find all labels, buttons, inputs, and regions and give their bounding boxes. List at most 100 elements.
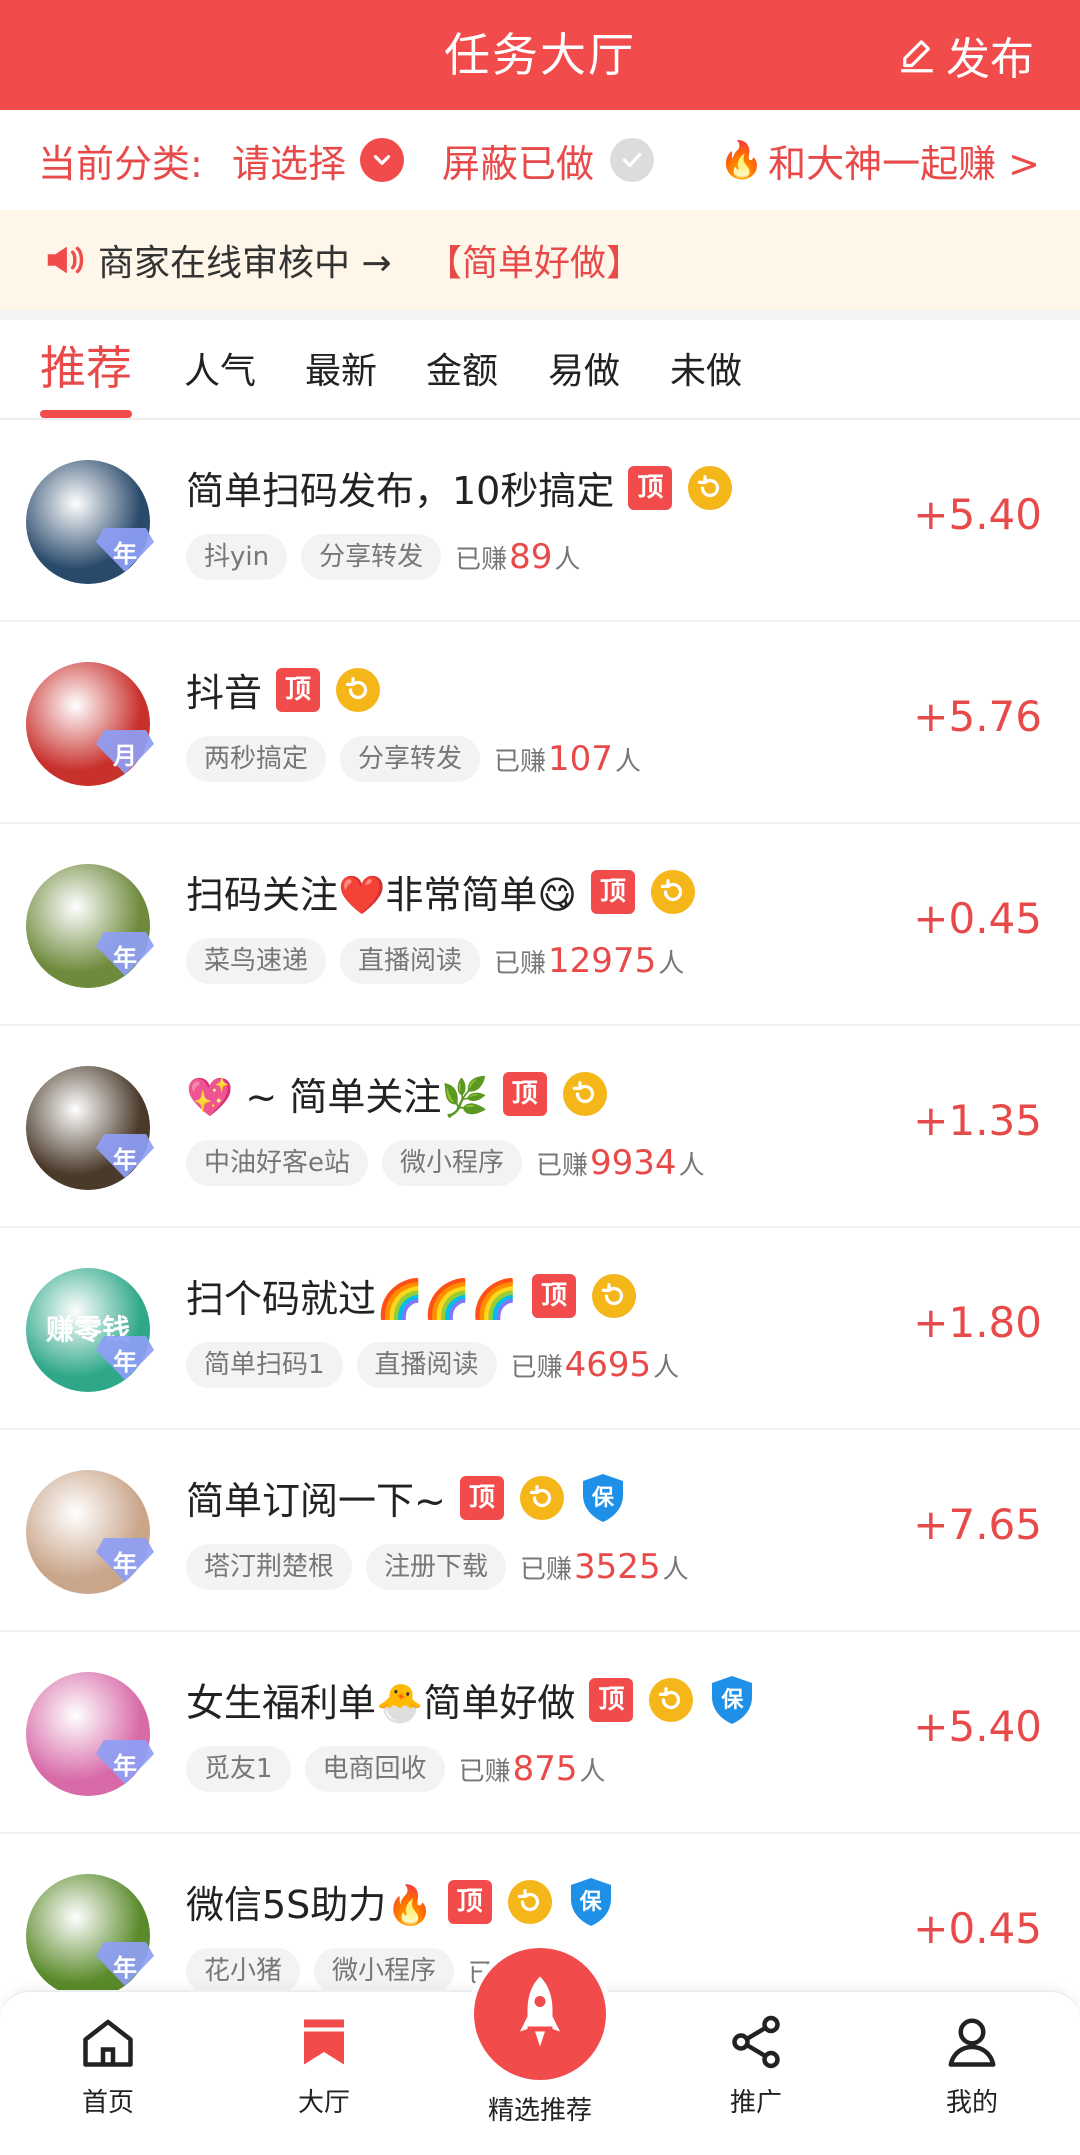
pinned-badge: 顶 [502,1071,547,1116]
task-title: 抖音顶 [186,662,381,717]
earned-count: 89 [509,537,553,577]
speaker-icon [47,246,84,274]
featured-recommend-button[interactable] [474,1948,606,2080]
task-row[interactable]: 年 扫码关注❤️非常简单😋 顶菜鸟速递 直播阅读 已赚 12975 人 +0.45 [0,824,1080,1026]
tab-label: 推荐 [40,341,132,395]
nav-label: 大厅 [297,2088,350,2118]
guarantee-shield-icon: 保 [568,1876,614,1928]
refresh-coin-icon [650,869,695,914]
task-tags: 抖yin 分享转发 已赚 89 人 [186,534,580,580]
earned-prefix: 已赚 [520,1555,573,1585]
task-title: 微信5S助力🔥 顶 保 [186,1874,614,1929]
task-title-text: 简单扫码发布，10秒搞定 [186,469,615,513]
refresh-coin-icon [336,667,381,712]
publish-button[interactable]: 发布 [896,0,1034,110]
task-row[interactable]: 赚零钱年扫个码就过🌈🌈🌈 顶简单扫码1 直播阅读 已赚 4695 人 +1.80 [0,1228,1080,1430]
task-title-text: 💖 ~ 简单关注🌿 [186,1075,489,1119]
task-title-text: 扫个码就过🌈🌈🌈 [186,1277,518,1321]
task-tags: 简单扫码1 直播阅读 已赚 4695 人 [186,1342,679,1388]
pinned-badge: 顶 [276,667,321,712]
membership-label: 年 [113,540,137,568]
top-header: 任务大厅 发布 [0,0,1080,110]
featured-recommend-label[interactable]: 精选推荐 [440,2090,640,2127]
filter-bar: 当前分类: 请选择 屏蔽已做 🔥 和大神一起赚 > [0,110,1080,210]
task-tags: 觅友1 电商回收 已赚 875 人 [186,1746,606,1792]
tab-latest[interactable]: 最新 [305,320,377,420]
earned-count: 已赚 4695 人 [511,1345,680,1385]
tab-undone[interactable]: 未做 [670,320,742,420]
membership-label: 年 [113,944,137,972]
task-tag: 分享转发 [301,534,442,580]
earned-suffix: 人 [658,949,685,979]
task-reward: +7.65 [913,1500,1042,1549]
task-row[interactable]: 年 简单订阅一下~ 顶 保塔汀荆楚根 注册下载 已赚 3525 人 +7.65 [0,1430,1080,1632]
pinned-badge: 顶 [459,1475,504,1520]
category-select[interactable]: 请选择 [232,133,405,188]
refresh-coin-icon [562,1071,607,1116]
notice-link[interactable]: 【简单好做】 [426,234,642,286]
task-tag: 微小程序 [314,1948,455,1994]
task-row[interactable]: 年 💖 ~ 简单关注🌿 顶中油好客e站 微小程序 已赚 9934 人 +1.35 [0,1026,1080,1228]
task-title: 💖 ~ 简单关注🌿 顶 [186,1066,607,1121]
task-title-text: 微信5S助力🔥 [186,1883,434,1927]
pinned-badge: 顶 [590,869,635,914]
membership-label: 月 [113,742,137,770]
task-row[interactable]: 月 抖音顶两秒搞定 分享转发 已赚 107 人 +5.76 [0,622,1080,824]
tab-easy[interactable]: 易做 [548,320,620,420]
membership-badge: 月 [96,726,154,776]
tab-popular[interactable]: 人气 [184,320,256,420]
task-row[interactable]: 年 简单扫码发布，10秒搞定顶抖yin 分享转发 已赚 89 人 +5.40 [0,420,1080,622]
tab-amount[interactable]: 金额 [426,320,498,420]
earned-count: 3525 [574,1547,661,1587]
notice-banner[interactable]: 商家在线审核中 → 【简单好做】 [0,210,1080,310]
membership-badge: 年 [96,1534,154,1584]
task-title-text: 女生福利单🐣简单好做 [186,1681,576,1725]
home-icon [83,2019,133,2067]
task-tags: 菜鸟速递 直播阅读 已赚 12975 人 [186,938,684,984]
task-tags: 两秒搞定 分享转发 已赚 107 人 [186,736,641,782]
chevron-down-icon [360,138,405,182]
earned-suffix: 人 [554,545,581,575]
earn-with-label: 和大神一起赚 > [768,141,1040,186]
nav-home[interactable]: 首页 [38,2012,178,2119]
task-tag: 简单扫码1 [186,1342,343,1388]
tab-label: 最新 [305,351,378,392]
pinned-badge: 顶 [589,1677,634,1722]
task-title: 简单订阅一下~ 顶 保 [186,1470,626,1525]
tab-recommend[interactable]: 推荐 [40,320,132,420]
refresh-coin-icon [649,1677,694,1722]
task-title: 扫个码就过🌈🌈🌈 顶 [186,1268,636,1323]
hide-done-label: 屏蔽已做 [442,141,595,186]
nav-promote[interactable]: 推广 [686,2012,826,2119]
task-list: 年简单扫码发布，10秒搞定顶抖yin 分享转发 已赚 89 人 +5.40 月抖音顶两秒搞定… [0,420,1080,2036]
task-tag: 菜鸟速递 [186,938,327,984]
category-value: 请选择 [232,141,347,186]
task-reward: +0.45 [913,894,1042,943]
guarantee-label: 保 [579,1889,602,1915]
nav-label: 推广 [729,2088,782,2118]
earned-prefix: 已赚 [455,545,508,575]
earned-count: 4695 [564,1345,652,1385]
earn-with-experts-link[interactable]: 🔥 和大神一起赚 > [719,133,1040,188]
task-title: 扫码关注❤️非常简单😋 顶 [186,864,695,919]
publish-label: 发布 [946,34,1034,85]
task-tag: 两秒搞定 [186,736,327,782]
nav-hall[interactable]: 大厅 [254,2012,394,2119]
task-row[interactable]: 年 女生福利单🐣简单好做顶 保觅友1 电商回收 已赚 875 人 +5.40 [0,1632,1080,1834]
membership-badge: 年 [96,928,154,978]
task-tag: 抖yin [186,534,288,580]
membership-badge: 年 [96,1130,154,1180]
earned-prefix: 已赚 [494,747,547,777]
nav-mine[interactable]: 我的 [902,2012,1042,2119]
pinned-badge: 顶 [628,465,673,510]
sort-tabs: 推荐 人气 最新 金额 易做 未做 [0,320,1080,420]
pinned-badge: 顶 [447,1879,492,1924]
fire-icon: 🔥 [719,140,765,181]
membership-label: 年 [113,1146,137,1174]
rocket-icon [520,1976,560,2047]
task-tags: 塔汀荆楚根 注册下载 已赚 3525 人 [186,1544,689,1590]
hide-done-toggle[interactable]: 屏蔽已做 [442,133,655,188]
notice-text: 商家在线审核中 → [98,243,392,284]
task-tag: 微小程序 [382,1140,523,1186]
earned-count: 12975 [548,941,657,981]
